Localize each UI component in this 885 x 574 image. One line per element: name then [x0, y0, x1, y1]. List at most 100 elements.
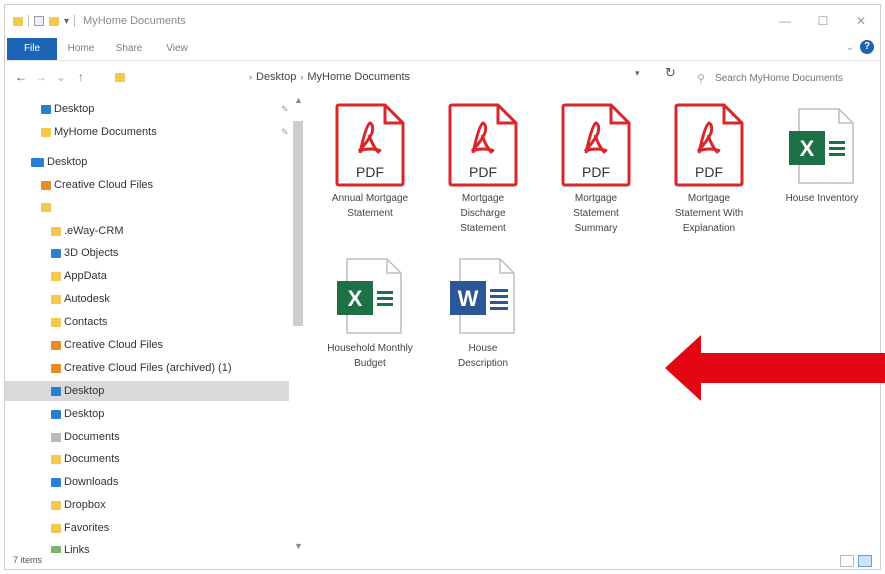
- pdf-badge: PDF: [356, 164, 384, 180]
- sidebar-item-user-folder[interactable]: [5, 197, 54, 217]
- breadcrumb-myhome-documents[interactable]: MyHome Documents: [307, 71, 410, 83]
- file-name: Mortgage Statement With Explanation: [674, 193, 744, 234]
- folder-icon: [115, 72, 125, 82]
- file-item[interactable]: X House Inventory: [767, 103, 877, 206]
- folder-icon: [51, 454, 61, 464]
- sidebar-item-documents[interactable]: Documents: [5, 427, 120, 447]
- status-bar: 7 items: [5, 551, 880, 569]
- properties-icon[interactable]: [34, 16, 44, 26]
- sidebar-item-3d-objects[interactable]: 3D Objects: [5, 243, 118, 263]
- desktop-folder-icon: [51, 409, 61, 419]
- search-box[interactable]: ⚲: [697, 67, 877, 89]
- toolbar-divider: [28, 15, 29, 27]
- creative-cloud-folder-icon: [51, 363, 61, 373]
- maximize-button[interactable]: ☐: [804, 5, 842, 37]
- tab-file[interactable]: File: [7, 37, 57, 60]
- window-controls: — ☐ ✕: [766, 5, 880, 37]
- sidebar-item-desktop-selected[interactable]: Desktop: [5, 381, 289, 401]
- pdf-file-icon: PDF: [335, 103, 405, 187]
- back-button[interactable]: ←: [11, 70, 31, 84]
- expand-ribbon-icon[interactable]: ⌄: [846, 42, 854, 53]
- sidebar-item-eway-crm[interactable]: .eWay-CRM: [5, 221, 123, 241]
- desktop-folder-icon: [51, 386, 61, 396]
- sidebar-scrollbar[interactable]: ▲ ▼: [291, 93, 305, 553]
- navigation-pane: Desktop ✎ MyHome Documents ✎ Desktop Cre…: [5, 93, 305, 553]
- desktop-folder-icon: [41, 104, 51, 114]
- scroll-down-icon[interactable]: ▼: [294, 541, 303, 551]
- tab-view[interactable]: View: [153, 43, 201, 54]
- sidebar-item-dropbox[interactable]: Dropbox: [5, 495, 106, 515]
- ribbon-right-controls: ⌄ ?: [846, 40, 874, 54]
- sidebar-item-downloads[interactable]: Downloads: [5, 472, 118, 492]
- pdf-badge: PDF: [695, 164, 723, 180]
- sidebar-item-creative-cloud-files-archived[interactable]: Creative Cloud Files (archived) (1): [5, 358, 232, 378]
- folder-icon: [51, 271, 61, 281]
- window-title: MyHome Documents: [83, 15, 186, 27]
- folder-icon: [51, 500, 61, 510]
- title-bar: ▾ MyHome Documents — ☐ ✕: [5, 5, 880, 37]
- 3d-objects-icon: [51, 248, 61, 258]
- excel-badge: X: [800, 136, 815, 161]
- customize-toolbar-icon[interactable]: ▾: [64, 16, 69, 27]
- sidebar-item-autodesk[interactable]: Autodesk: [5, 289, 110, 309]
- folder-icon: [51, 226, 61, 236]
- file-item[interactable]: X Household Monthly Budget: [315, 253, 425, 371]
- scrollbar-thumb[interactable]: [293, 121, 303, 326]
- close-button[interactable]: ✕: [842, 5, 880, 37]
- toolbar-divider: [74, 15, 76, 27]
- address-dropdown-icon[interactable]: ▾: [635, 68, 640, 79]
- sidebar-item-creative-cloud-files[interactable]: Creative Cloud Files: [5, 175, 153, 195]
- sidebar-item-desktop-2[interactable]: Desktop: [5, 404, 104, 424]
- view-switcher: [840, 555, 872, 567]
- sidebar-item-myhome-documents[interactable]: MyHome Documents: [5, 122, 157, 142]
- pdf-badge: PDF: [582, 164, 610, 180]
- ribbon-tabs: File Home Share View ⌄ ?: [5, 37, 880, 61]
- up-button[interactable]: ↑: [71, 70, 91, 84]
- sidebar-item-contacts[interactable]: Contacts: [5, 312, 107, 332]
- folder-icon: [13, 16, 23, 26]
- tab-share[interactable]: Share: [105, 43, 153, 54]
- sidebar-item-desktop-pinned[interactable]: Desktop: [5, 99, 94, 119]
- file-name: House Description: [457, 343, 509, 369]
- item-count: 7 items: [13, 555, 43, 565]
- minimize-button[interactable]: —: [766, 5, 804, 37]
- sidebar-item-appdata[interactable]: AppData: [5, 266, 107, 286]
- pin-icon[interactable]: ✎: [281, 127, 289, 138]
- folder-icon: [51, 294, 61, 304]
- sidebar-item-favorites[interactable]: Favorites: [5, 518, 109, 538]
- tab-home[interactable]: Home: [57, 43, 105, 54]
- sidebar-item-documents-2[interactable]: Documents: [5, 449, 120, 469]
- address-bar[interactable]: › Desktop › MyHome Documents: [115, 66, 635, 88]
- help-icon[interactable]: ?: [860, 40, 874, 54]
- file-name: House Inventory: [785, 193, 859, 204]
- file-item[interactable]: PDF Mortgage Statement With Explanation: [654, 103, 764, 236]
- file-item[interactable]: W House Description: [428, 253, 538, 371]
- chevron-right-icon[interactable]: ›: [249, 72, 252, 82]
- word-badge: W: [458, 286, 479, 311]
- breadcrumb-desktop[interactable]: Desktop: [256, 71, 296, 83]
- folder-icon: [41, 127, 51, 137]
- recent-locations-button[interactable]: ⌄: [51, 70, 71, 84]
- large-icons-view-icon[interactable]: [858, 555, 872, 567]
- new-folder-icon[interactable]: [49, 16, 59, 26]
- creative-cloud-folder-icon: [51, 340, 61, 350]
- search-input[interactable]: [715, 72, 866, 84]
- sidebar-item-desktop-root[interactable]: Desktop: [5, 152, 87, 172]
- file-explorer-window: ▾ MyHome Documents — ☐ ✕ File Home Share…: [4, 4, 885, 570]
- red-arrow-pointer: [665, 335, 885, 401]
- file-item[interactable]: PDF Annual Mortgage Statement: [315, 103, 425, 221]
- chevron-right-icon[interactable]: ›: [300, 72, 303, 82]
- quick-access-toolbar: ▾: [5, 15, 76, 27]
- forward-button[interactable]: →: [31, 70, 51, 84]
- contacts-folder-icon: [51, 317, 61, 327]
- file-name: Mortgage Discharge Statement: [460, 193, 506, 234]
- refresh-icon[interactable]: ↻: [665, 65, 676, 81]
- scroll-up-icon[interactable]: ▲: [294, 95, 303, 105]
- sidebar-item-creative-cloud-files-2[interactable]: Creative Cloud Files: [5, 335, 163, 355]
- excel-badge: X: [348, 286, 363, 311]
- pin-icon[interactable]: ✎: [281, 104, 289, 115]
- details-view-icon[interactable]: [840, 555, 854, 567]
- file-item[interactable]: PDF Mortgage Statement Summary: [541, 103, 651, 236]
- file-name: Mortgage Statement Summary: [573, 193, 619, 234]
- file-item[interactable]: PDF Mortgage Discharge Statement: [428, 103, 538, 236]
